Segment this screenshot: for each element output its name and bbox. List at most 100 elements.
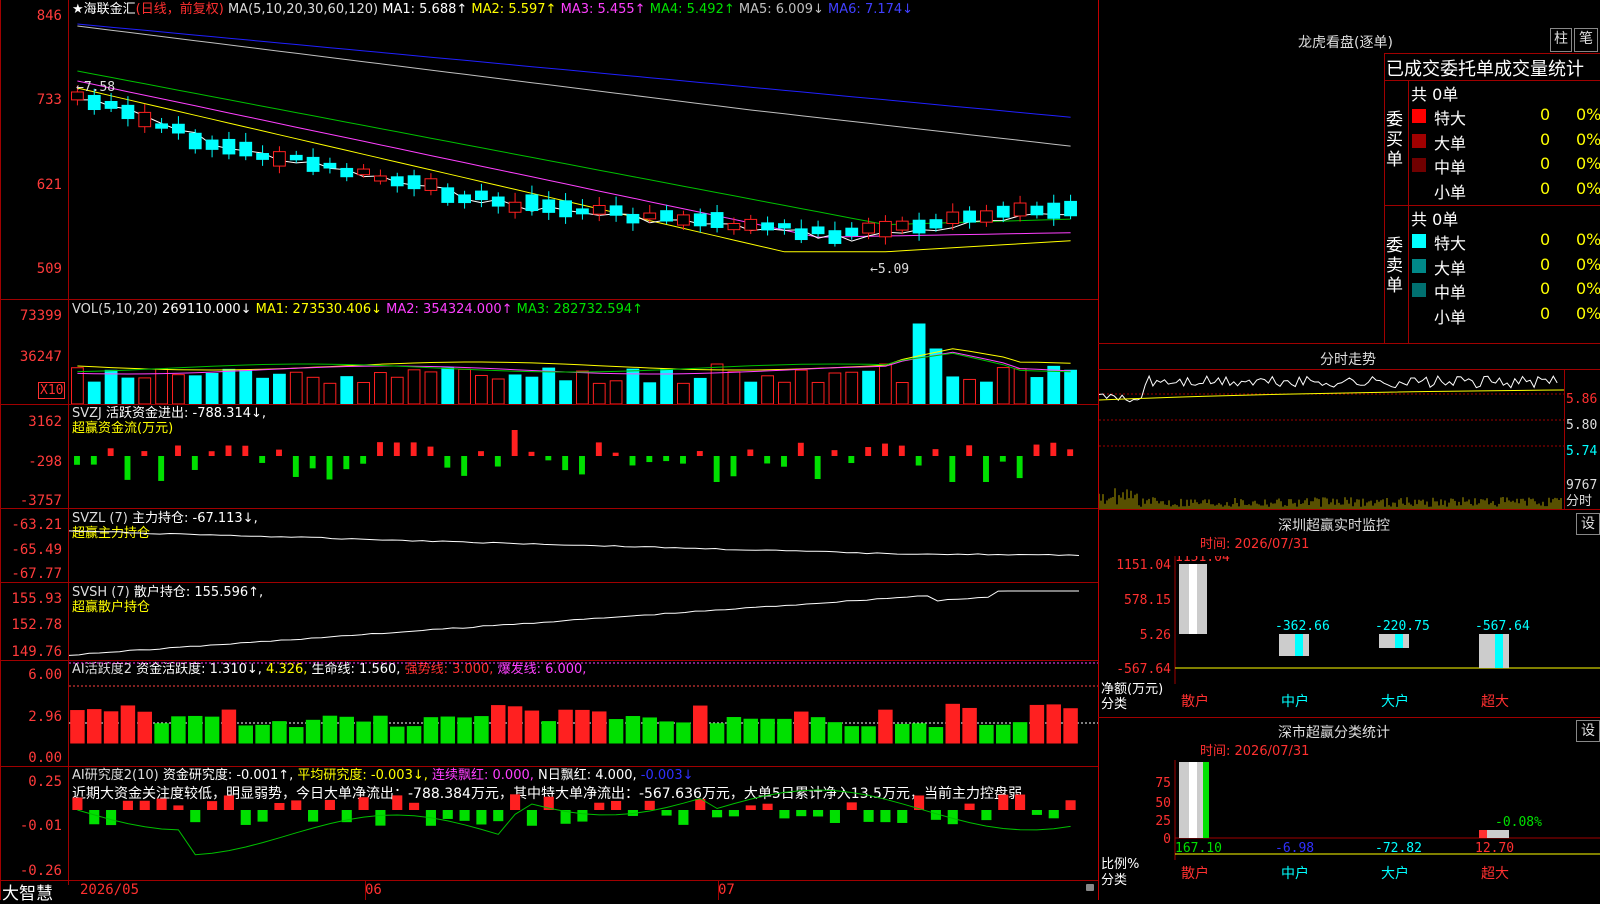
svzj-chart[interactable] <box>69 420 1098 508</box>
divider <box>1408 80 1409 343</box>
research-bar <box>526 810 537 826</box>
ma3-value: MA3: 5.455↑ <box>560 2 646 17</box>
flow-bar <box>814 456 821 480</box>
date-label: 07 <box>718 882 735 898</box>
activity-bar <box>524 710 540 744</box>
candle-body <box>1064 200 1077 217</box>
period-label: (日线，前复权) <box>135 2 224 17</box>
svzl-chart[interactable] <box>69 509 1098 582</box>
intraday-chart[interactable] <box>1099 370 1564 509</box>
ai-active-chart[interactable] <box>69 661 1098 766</box>
intraday-tick: 5.86 <box>1566 392 1598 407</box>
volume-chart[interactable] <box>69 318 1098 404</box>
tick-mode-button[interactable]: 笔 <box>1574 28 1598 52</box>
order-color-swatch <box>1412 109 1426 123</box>
ai-research-chart[interactable] <box>69 767 1098 880</box>
candle-body <box>256 153 269 160</box>
volume-bar <box>946 376 960 404</box>
flow-bar <box>898 445 905 456</box>
price-tick: 621 <box>36 177 62 193</box>
candle-body <box>929 219 943 229</box>
candle-body <box>609 205 623 216</box>
sz-monitor-settings-button[interactable]: 设 <box>1576 513 1600 535</box>
volume-bar <box>794 369 808 404</box>
research-bar <box>611 800 622 810</box>
sz-monitor-chart[interactable]: 1151.04 578.15 5.26 -567.64 1151.04 -362.66 -2… <box>1099 556 1600 716</box>
brand-logo[interactable]: 大智慧 <box>2 879 53 904</box>
divider <box>1384 53 1385 343</box>
svzj-value: 活跃资金进出: -788.314↓, <box>106 406 267 421</box>
y-tick: 5.26 <box>1140 628 1171 643</box>
candle-body <box>374 175 387 182</box>
flow-bar <box>764 456 771 464</box>
flow-bar <box>646 456 653 463</box>
volume-header: VOL(5,10,20) 269110.000↓ MA1: 273530.406… <box>72 302 643 317</box>
candle-body <box>710 212 724 228</box>
sz-class-settings-button[interactable]: 设 <box>1576 720 1600 742</box>
research-bar <box>728 810 739 817</box>
candle-body <box>542 199 556 213</box>
candle-body <box>138 111 152 128</box>
activity-bar <box>1046 704 1061 744</box>
volume-bar <box>828 372 842 404</box>
research-bar <box>981 810 992 821</box>
activity-bar <box>87 709 102 744</box>
vol-tick: 73399 <box>19 308 62 324</box>
activity-bar <box>608 719 624 744</box>
main-holding-line <box>69 530 1080 556</box>
volume-bar <box>374 372 387 404</box>
activity-bar <box>625 716 641 744</box>
research-bar <box>796 810 807 817</box>
candle-body <box>727 223 741 231</box>
volume-bar <box>104 369 118 404</box>
ratio-value: -72.82 <box>1375 841 1422 856</box>
activity-bar <box>390 726 405 744</box>
date-divider <box>718 881 719 900</box>
bar-value: -0.08% <box>1495 815 1542 830</box>
sz-class-chart[interactable]: 75 50 25 0 -0.08% 167.10 -6.98 -72.82 12.70 散户 中户 大… <box>1099 760 1600 900</box>
buy-orders-label: 委买单 <box>1386 110 1403 170</box>
research-bar <box>813 810 824 817</box>
volume-bar <box>677 382 690 404</box>
flow-bar <box>781 456 787 467</box>
order-type-label: 中单 <box>1434 158 1467 177</box>
ai-active-tick: 6.00 <box>28 667 62 683</box>
candle-body <box>1047 202 1061 219</box>
research-bar <box>880 810 891 823</box>
research-bar <box>712 810 723 818</box>
order-percent: 0% <box>1576 129 1600 149</box>
activity-bar <box>103 711 119 744</box>
candle-body <box>828 230 842 244</box>
candle-body <box>491 196 505 207</box>
pane-divider <box>0 404 1098 405</box>
bar-value: 1151.04 <box>1175 556 1230 565</box>
volume-bar <box>289 371 303 404</box>
intraday-tick: 5.74 <box>1566 444 1598 459</box>
candle-body <box>525 194 539 212</box>
activity-bar <box>289 727 304 744</box>
category-label: 散户 <box>1181 693 1209 710</box>
research-bar <box>139 800 150 810</box>
activity-bar <box>423 717 439 744</box>
svsh-chart[interactable] <box>69 583 1098 660</box>
order-count: 0 <box>1540 230 1551 249</box>
flow-bar <box>343 456 350 470</box>
buy-total: 共 0单 <box>1411 85 1459 104</box>
flow-bar <box>444 456 451 468</box>
flow-bar <box>124 456 131 480</box>
bar-mode-button[interactable]: 柱 <box>1550 28 1572 52</box>
research-bar <box>291 800 302 810</box>
research-bar <box>223 795 234 810</box>
order-percent: 0% <box>1576 279 1600 298</box>
kline-chart[interactable] <box>69 16 1098 298</box>
lock-icon[interactable] <box>1086 884 1094 891</box>
flow-bar <box>1067 449 1074 456</box>
research-bar <box>644 800 655 810</box>
flow-bar <box>915 456 922 466</box>
flow-bar <box>141 451 148 456</box>
stock-title[interactable]: ★海联金汇 <box>72 2 136 17</box>
candle-body <box>323 162 337 169</box>
flow-bar <box>259 456 266 463</box>
svzj-tick: 3162 <box>28 414 62 430</box>
candle-body <box>475 190 488 201</box>
